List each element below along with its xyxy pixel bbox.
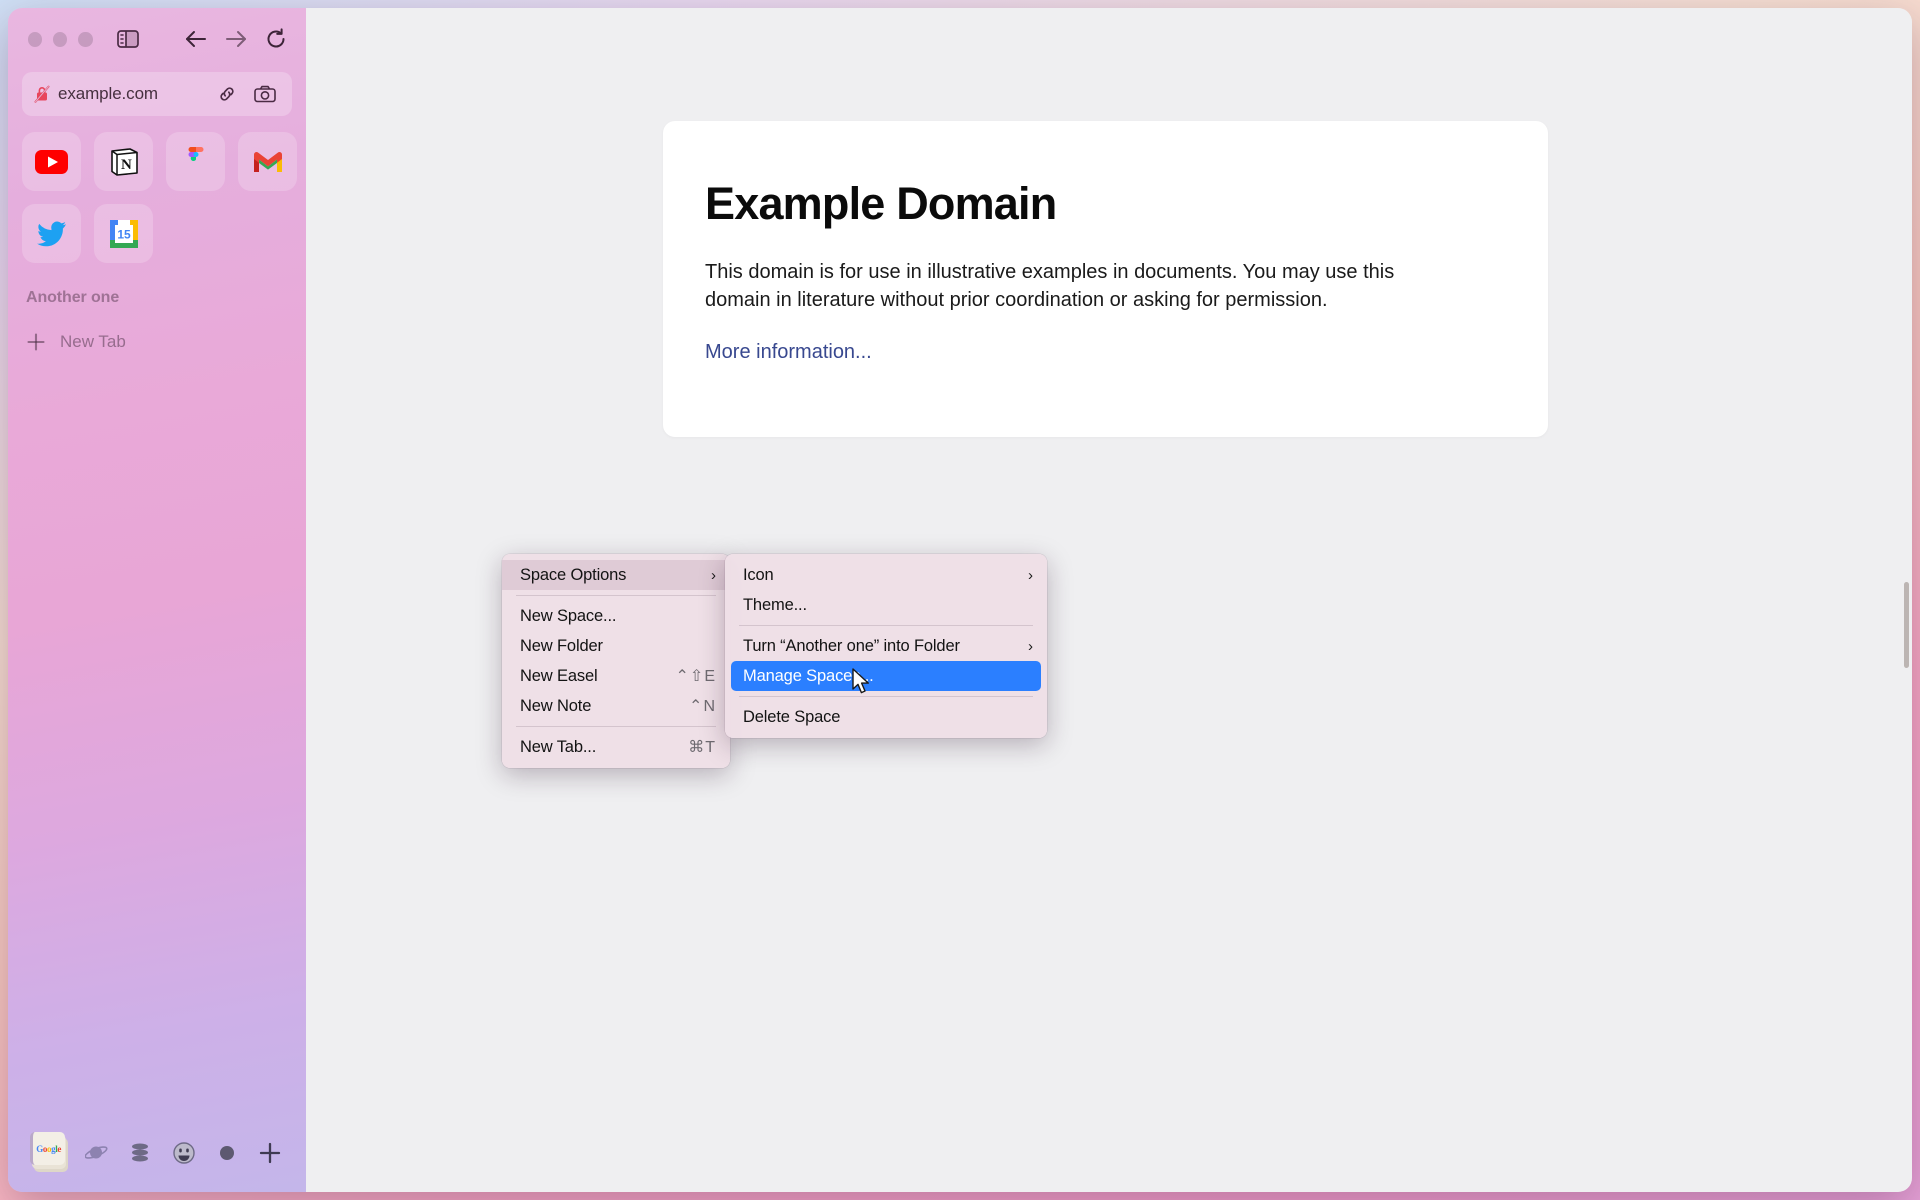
url-text: example.com — [58, 84, 158, 103]
circle-icon — [219, 1145, 235, 1161]
menu-separator — [739, 625, 1033, 626]
reload-icon[interactable] — [260, 24, 292, 54]
menu-item-label: Delete Space — [743, 707, 841, 726]
page-paragraph: This domain is for use in illustrative e… — [705, 261, 1395, 312]
chevron-right-icon: › — [1028, 637, 1033, 655]
menu-item-label: Manage Spaces... — [743, 666, 874, 685]
menu-item-new-easel[interactable]: New Easel ⌃⇧E — [502, 661, 730, 691]
menu-item-label: Space Options — [520, 565, 627, 584]
plus-icon — [26, 332, 46, 352]
smiley-icon — [172, 1141, 196, 1165]
menu-item-space-options[interactable]: Space Options › — [502, 560, 730, 590]
web-content-pane: Example Domain This domain is for use in… — [306, 8, 1912, 1192]
window-controls-row — [22, 8, 292, 70]
bookmark-grid: N 15 — [22, 132, 297, 263]
google-wordmark: Google — [36, 1143, 61, 1154]
bookmark-youtube[interactable] — [22, 132, 81, 191]
planet-icon — [84, 1143, 109, 1163]
bookmark-google-calendar[interactable]: 15 — [94, 204, 153, 263]
new-tab-label: New Tab — [60, 332, 126, 351]
browser-sidebar: example.com N 15 Another one New Tab Goo… — [8, 8, 306, 1192]
menu-item-label: Turn “Another one” into Folder — [743, 636, 960, 655]
menu-item-shortcut: ⌃⇧E — [675, 668, 716, 685]
menu-separator — [739, 696, 1033, 697]
menu-item-new-space[interactable]: New Space... — [502, 601, 730, 631]
chevron-right-icon: › — [1028, 566, 1033, 584]
chevron-right-icon: › — [711, 566, 716, 584]
svg-text:15: 15 — [117, 227, 131, 241]
menu-item-label: New Easel — [520, 666, 598, 685]
bookmark-twitter[interactable] — [22, 204, 81, 263]
submenu-item-manage-spaces[interactable]: Manage Spaces... — [731, 661, 1041, 691]
submenu-item-theme[interactable]: Theme... — [725, 590, 1047, 620]
link-icon[interactable] — [212, 79, 242, 109]
space-label: Another one — [26, 289, 120, 306]
sidebar-toggle-icon[interactable] — [112, 24, 144, 54]
minimize-window-button[interactable] — [53, 31, 68, 47]
menu-item-label: New Note — [520, 696, 592, 715]
example-domain-card: Example Domain This domain is for use in… — [663, 121, 1548, 437]
add-space-button[interactable] — [249, 1131, 292, 1175]
desktop-background: example.com N 15 Another one New Tab Goo… — [0, 0, 1920, 1200]
submenu-item-delete-space[interactable]: Delete Space — [725, 702, 1047, 732]
lock-slash-insecure-icon — [34, 85, 50, 103]
new-tab-button[interactable]: New Tab — [22, 325, 292, 359]
menu-item-label: Icon — [743, 565, 774, 584]
browser-window: example.com N 15 Another one New Tab Goo… — [8, 8, 1912, 1192]
url-bar[interactable]: example.com — [22, 72, 292, 116]
svg-text:N: N — [121, 157, 132, 173]
card-front-layer: Google — [29, 1132, 65, 1165]
bookmark-gmail[interactable] — [238, 132, 297, 191]
menu-item-label: New Space... — [520, 606, 617, 625]
menu-separator — [516, 726, 716, 727]
space-planet[interactable] — [75, 1131, 118, 1175]
content-scrollbar[interactable] — [1904, 582, 1909, 668]
menu-separator — [516, 595, 716, 596]
menu-item-label: New Folder — [520, 636, 603, 655]
menu-item-new-note[interactable]: New Note ⌃N — [502, 691, 730, 721]
context-menu-space: Space Options › New Space... New Folder … — [502, 554, 730, 768]
menu-item-shortcut: ⌃N — [689, 698, 716, 715]
space-smiley[interactable] — [162, 1131, 205, 1175]
bookmark-figma[interactable] — [166, 132, 225, 191]
menu-item-label: New Tab... — [520, 737, 597, 756]
menu-item-new-tab[interactable]: New Tab... ⌘T — [502, 732, 730, 762]
page-title: Example Domain — [705, 178, 1057, 229]
space-card-google[interactable]: Google — [24, 1131, 75, 1175]
menu-item-new-folder[interactable]: New Folder — [502, 631, 730, 661]
maximize-window-button[interactable] — [78, 31, 93, 47]
context-submenu-space-options: Icon › Theme... Turn “Another one” into … — [725, 554, 1047, 738]
database-icon — [129, 1142, 151, 1164]
arrow-right-icon[interactable] — [220, 24, 252, 54]
bookmark-notion[interactable]: N — [94, 132, 153, 191]
arrow-left-icon[interactable] — [180, 24, 212, 54]
camera-icon[interactable] — [250, 79, 280, 109]
spaces-bottom-bar: Google — [22, 1114, 292, 1192]
submenu-item-icon[interactable]: Icon › — [725, 560, 1047, 590]
menu-item-label: Theme... — [743, 595, 807, 614]
space-dot[interactable] — [205, 1131, 248, 1175]
submenu-item-turn-into-folder[interactable]: Turn “Another one” into Folder › — [725, 631, 1047, 661]
more-information-link[interactable]: More information... — [705, 341, 872, 364]
plus-icon — [258, 1141, 282, 1165]
close-window-button[interactable] — [28, 31, 43, 47]
menu-item-shortcut: ⌘T — [688, 739, 716, 756]
space-database[interactable] — [119, 1131, 162, 1175]
